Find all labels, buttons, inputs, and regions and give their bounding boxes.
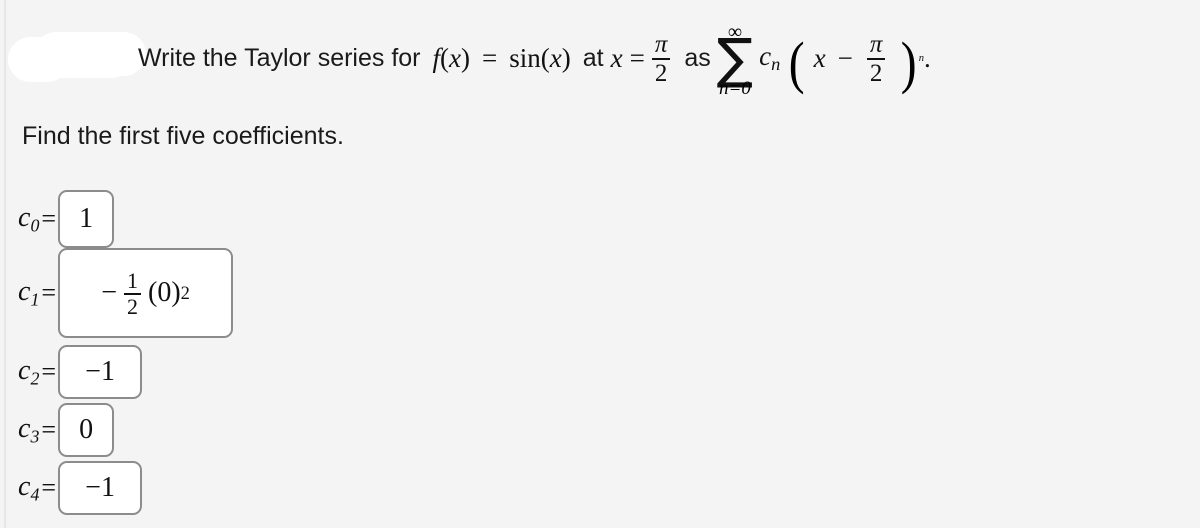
answer-input-c1[interactable]: − 1 2 (0) 2 <box>58 248 234 338</box>
left-margin-rule <box>4 0 6 528</box>
coefficient-label-subscript: 2 <box>30 368 40 389</box>
sine-label: sin <box>509 42 541 73</box>
coefficient-label-subscript: 1 <box>30 289 40 310</box>
problem-statement: Write the Taylor series for f(x) = sin(x… <box>138 21 931 99</box>
coefficient-row-c1: c1 = − 1 2 (0) 2 <box>18 248 234 338</box>
coefficient-label-letter: c <box>18 354 31 386</box>
coefficient-label-subscript: 0 <box>30 215 40 236</box>
coefficient-label-c2: c2 <box>18 355 39 389</box>
summation-lower-limit: n=0 <box>719 77 751 99</box>
coefficient-row-c0: c0 = 1 <box>18 190 115 248</box>
coefficient-label-subscript: 4 <box>30 484 40 505</box>
answer-value-c4: −1 <box>85 472 115 503</box>
function-expression: f(x) <box>432 42 471 73</box>
answer-input-c2[interactable]: −1 <box>58 345 143 399</box>
instruction-text: Find the first five coefficients. <box>22 122 344 150</box>
coefficient-label-letter: c <box>18 412 31 444</box>
center-fraction-denominator: 2 <box>654 60 668 87</box>
series-variable: x <box>813 42 826 73</box>
redaction-stroke-3 <box>18 52 126 78</box>
prompt-prefix-text: Write the Taylor series for <box>138 43 421 72</box>
answer-value-c1: − 1 2 (0) 2 <box>101 269 190 318</box>
summation-operator: ∞ ∑ n=0 <box>717 22 753 97</box>
center-phrase-text: at <box>582 43 604 72</box>
series-fraction-numerator: π <box>869 30 883 58</box>
series-fraction: π 2 <box>866 30 886 87</box>
equals-sign-2: = <box>629 42 645 73</box>
series-minus-sign: − <box>837 42 853 73</box>
coefficient-symbol: c <box>759 40 772 71</box>
coefficient-label-c3: c3 <box>18 413 39 447</box>
answer-c1-fraction-denominator: 2 <box>127 294 139 319</box>
answer-input-c0[interactable]: 1 <box>58 190 115 248</box>
answer-c1-sign: − <box>101 277 118 308</box>
problem-page: Write the Taylor series for f(x) = sin(x… <box>0 0 1200 528</box>
coefficient-equals-c3: = <box>41 415 57 444</box>
answer-c1-fraction-numerator: 1 <box>127 267 139 293</box>
answer-input-c3[interactable]: 0 <box>58 403 115 457</box>
coefficient-index: n <box>771 54 781 75</box>
coefficient-label-letter: c <box>18 470 31 502</box>
function-name: f <box>432 42 441 73</box>
sentence-period: . <box>924 42 931 73</box>
sigma-icon: ∑ <box>716 27 754 91</box>
sine-argument: x <box>549 42 562 73</box>
series-coefficient-term: cn <box>759 41 780 75</box>
answer-value-c2: −1 <box>85 356 115 387</box>
equals-sign-1: = <box>482 42 498 73</box>
coefficient-row-c2: c2 = −1 <box>18 345 143 399</box>
center-fraction-numerator: π <box>654 30 668 58</box>
coefficient-label-c0: c0 <box>18 202 39 236</box>
coefficient-equals-c2: = <box>41 357 57 386</box>
series-fraction-denominator: 2 <box>869 60 883 87</box>
answer-c1-exponent: 2 <box>180 282 190 303</box>
redaction-blob <box>8 32 146 82</box>
coefficient-row-c3: c3 = 0 <box>18 403 115 457</box>
answer-c1-base: (0) <box>148 277 181 308</box>
answer-value-c3: 0 <box>79 414 94 445</box>
answer-value-c0: 1 <box>79 203 94 234</box>
coefficient-equals-c1: = <box>41 278 57 307</box>
coefficient-label-subscript: 3 <box>30 426 40 447</box>
center-variable: x <box>610 42 623 73</box>
coefficient-label-letter: c <box>18 201 31 233</box>
coefficient-equals-c4: = <box>41 473 57 502</box>
coefficient-equals-c0: = <box>41 204 57 233</box>
function-argument: x <box>449 42 462 73</box>
answer-input-c4[interactable]: −1 <box>58 461 143 515</box>
answer-c1-fraction: 1 2 <box>124 267 142 319</box>
sine-function: sin(x) <box>509 42 571 73</box>
coefficient-label-c1: c1 <box>18 276 39 310</box>
coefficient-row-c4: c4 = −1 <box>18 461 143 515</box>
coefficient-label-letter: c <box>18 275 31 307</box>
center-fraction: π 2 <box>651 30 671 87</box>
connector-text: as <box>684 43 711 72</box>
coefficient-label-c4: c4 <box>18 471 39 505</box>
